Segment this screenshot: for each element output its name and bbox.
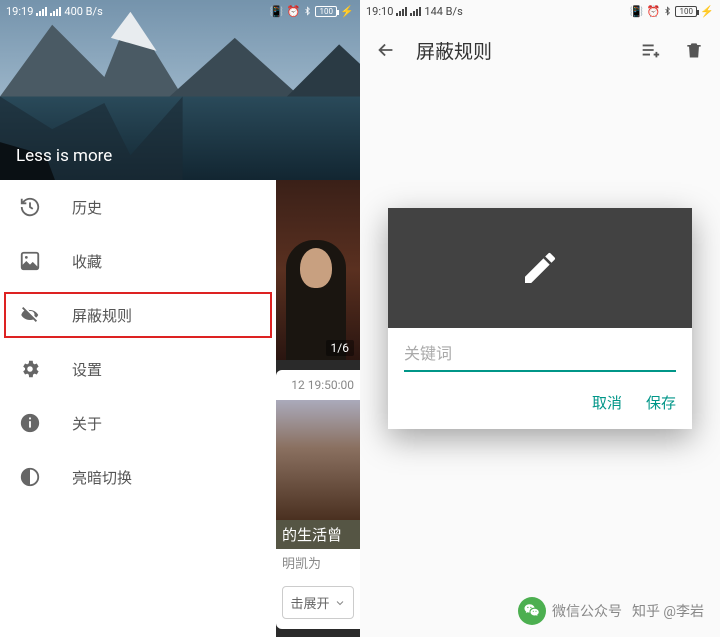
watermark-text-2: 知乎 @李岩 <box>632 601 704 621</box>
dialog-body <box>388 328 692 378</box>
charging-icon: ⚡ <box>700 5 714 18</box>
watermark-text-1: 微信公众号 <box>552 601 622 621</box>
drawer-item-label: 亮暗切换 <box>72 467 132 488</box>
charging-icon: ⚡ <box>340 5 354 18</box>
feed-timestamp: 12 19:50:00 <box>276 370 360 400</box>
block-icon <box>18 303 42 327</box>
alarm-icon: ⏰ <box>647 5 661 18</box>
info-icon <box>18 411 42 435</box>
drawer-item-label: 屏蔽规则 <box>72 305 132 326</box>
wechat-icon <box>518 597 546 625</box>
dialog-scrim[interactable]: 取消 保存 <box>360 0 720 637</box>
signal-icon <box>396 6 407 16</box>
drawer-item-about[interactable]: 关于 <box>0 396 276 450</box>
vibrate-icon: 📳 <box>630 5 644 18</box>
drawer-item-history[interactable]: 历史 <box>0 180 276 234</box>
signal-icon-2 <box>410 6 421 16</box>
battery-icon: 100 <box>675 6 697 17</box>
drawer-item-label: 收藏 <box>72 251 102 272</box>
feed-card[interactable]: 12 19:50:00 的生活曾 明凯为 击展开 <box>276 370 360 629</box>
status-bar-left: 19:19 400 B/s 📳 ⏰ 100 ⚡ <box>0 0 360 22</box>
status-net: 144 B/s <box>424 5 462 18</box>
settings-icon <box>18 357 42 381</box>
dialog-header <box>388 208 692 328</box>
dialog-actions: 取消 保存 <box>388 378 692 429</box>
status-time: 19:10 <box>366 5 393 18</box>
theme-icon <box>18 465 42 489</box>
alarm-icon: ⏰ <box>287 5 301 18</box>
image-counter: 1/6 <box>326 340 354 356</box>
drawer-item-favorites[interactable]: 收藏 <box>0 234 276 288</box>
drawer-item-label: 关于 <box>72 413 102 434</box>
edit-icon <box>520 248 560 288</box>
feed-caption: 的生活曾 <box>276 520 360 549</box>
expand-button[interactable]: 击展开 <box>282 586 354 619</box>
feed-image-1[interactable]: 1/6 <box>276 180 360 360</box>
drawer-title: Less is more <box>16 146 112 166</box>
status-net: 400 B/s <box>64 5 102 18</box>
cancel-button[interactable]: 取消 <box>592 392 622 413</box>
status-time: 19:19 <box>6 5 33 18</box>
drawer-item-label: 设置 <box>72 359 102 380</box>
history-icon <box>18 195 42 219</box>
chevron-down-icon <box>334 597 346 609</box>
drawer-body: 历史 收藏 屏蔽规则 设置 关于 <box>0 180 276 637</box>
bluetooth-icon <box>663 5 672 17</box>
signal-icon-2 <box>50 6 61 16</box>
feed-subcaption: 明凯为 <box>276 549 360 576</box>
phone-left: 1/6 12 19:50:00 的生活曾 明凯为 击展开 <box>0 0 360 637</box>
watermark: 微信公众号 知乎 @李岩 <box>518 597 704 625</box>
signal-icon <box>36 6 47 16</box>
vibrate-icon: 📳 <box>270 5 284 18</box>
collection-icon <box>18 249 42 273</box>
drawer-item-label: 历史 <box>72 197 102 218</box>
phone-right: 19:10 144 B/s 📳 ⏰ 100 ⚡ 屏蔽规则 <box>360 0 720 637</box>
status-bar-right: 19:10 144 B/s 📳 ⏰ 100 ⚡ <box>360 0 720 22</box>
bluetooth-icon <box>303 5 312 17</box>
drawer-header: 19:19 400 B/s 📳 ⏰ 100 ⚡ Less is more <box>0 0 360 180</box>
drawer-item-theme[interactable]: 亮暗切换 <box>0 450 276 504</box>
battery-icon: 100 <box>315 6 337 17</box>
drawer-item-block-rules[interactable]: 屏蔽规则 <box>0 288 276 342</box>
save-button[interactable]: 保存 <box>646 392 676 413</box>
keyword-dialog: 取消 保存 <box>388 208 692 429</box>
keyword-input[interactable] <box>404 342 676 372</box>
feed-image-2 <box>276 400 360 520</box>
drawer-item-settings[interactable]: 设置 <box>0 342 276 396</box>
